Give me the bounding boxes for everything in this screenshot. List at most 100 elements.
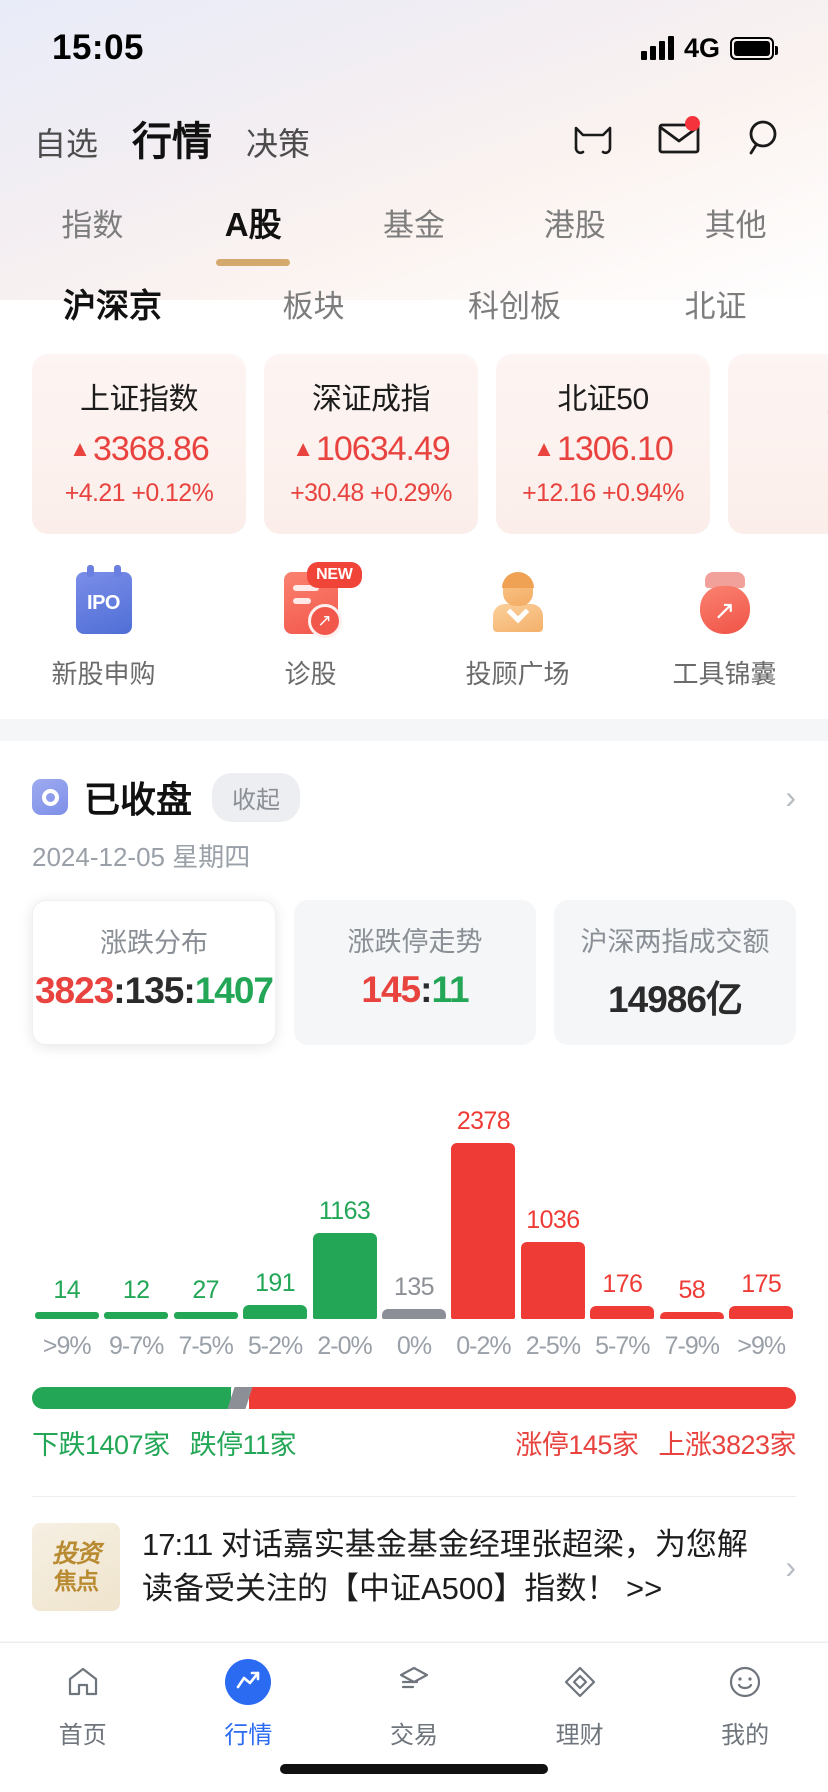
- app-root: 15:05 4G 自选 行情 决策 指数 A股 基金 港股 其他 沪深京 板块 …: [0, 0, 828, 1792]
- quick-action-label: 新股申购: [51, 659, 156, 689]
- stat-separator: :: [183, 970, 195, 1011]
- index-cards-row: 上证指数 ▲3368.86 +4.21 +0.12% 深证成指 ▲10634.4…: [32, 354, 828, 534]
- chevron-right-icon[interactable]: ›: [785, 1549, 796, 1586]
- quick-action-toolkit[interactable]: ↗ 工具锦囊: [621, 568, 828, 691]
- index-card-change: +30.48 +0.29%: [264, 479, 478, 508]
- signal-bars-icon: [640, 36, 674, 60]
- finance-icon: [557, 1659, 603, 1705]
- stat-card-value: 14986亿: [608, 979, 743, 1020]
- index-card-value: ▲1306.10: [496, 430, 710, 469]
- index-card-change-abs: +12.16: [522, 479, 596, 507]
- index-cards-scroller[interactable]: 上证指数 ▲3368.86 +4.21 +0.12% 深证成指 ▲10634.4…: [0, 342, 828, 534]
- news-logo-line2: 焦点: [54, 1567, 99, 1594]
- trade-icon: [391, 1659, 437, 1705]
- stat-down-count: 1407: [194, 970, 274, 1011]
- stat-card-title: 涨跌停走势: [347, 927, 483, 957]
- tabbar-label: 我的: [721, 1722, 770, 1749]
- bar-value-label: 1036: [526, 1206, 580, 1234]
- chart-bar: [520, 1242, 585, 1319]
- x-tick-label: 5-7%: [595, 1332, 650, 1360]
- bar-value-label: 135: [394, 1273, 435, 1301]
- quick-action-advisor[interactable]: 投顾广场: [414, 568, 621, 691]
- subtab-sectors[interactable]: 板块: [213, 281, 414, 326]
- x-tick-label: 9-7%: [108, 1332, 164, 1360]
- stat-cards-row: 涨跌分布 3823:135:1407 涨跌停走势 145:11 沪深两指成交额 …: [32, 900, 796, 1045]
- bar-value-label: 27: [192, 1276, 219, 1304]
- tabbar-item-quotes[interactable]: 行情: [166, 1659, 332, 1750]
- x-tick-label: 7-9%: [664, 1332, 720, 1360]
- tab-fund[interactable]: 基金: [334, 200, 495, 245]
- status-time: 15:05: [52, 28, 145, 67]
- header-tab-quotes[interactable]: 行情: [132, 109, 212, 167]
- chevron-right-icon[interactable]: ›: [785, 779, 796, 816]
- legend-right: 涨停145家 上涨3823家: [515, 1423, 796, 1462]
- market-status-header[interactable]: 已收盘 收起 ›: [32, 741, 796, 823]
- home-indicator: [280, 1764, 548, 1774]
- ipo-calendar-icon: IPO: [69, 565, 139, 638]
- x-tick-label: 0-2%: [456, 1332, 511, 1360]
- money-bag-icon: ↗: [690, 568, 760, 638]
- tabbar-item-finance[interactable]: 理财: [497, 1659, 663, 1750]
- index-card-shanghai[interactable]: 上证指数 ▲3368.86 +4.21 +0.12%: [32, 354, 246, 534]
- index-card-change-pct: +0.12%: [131, 479, 214, 507]
- subtab-bse[interactable]: 北证: [615, 281, 816, 326]
- status-indicators: 4G: [640, 32, 778, 64]
- bar-value-label: 14: [53, 1276, 81, 1304]
- chart-bar: [104, 1312, 169, 1319]
- stat-card-title: 涨跌分布: [100, 928, 208, 958]
- index-card-bse50[interactable]: 北证50 ▲1306.10 +12.16 +0.94%: [496, 354, 710, 534]
- tab-a-shares[interactable]: A股: [173, 198, 334, 246]
- bar-value-label: 176: [602, 1270, 643, 1298]
- index-card-shenzhen[interactable]: 深证成指 ▲10634.49 +30.48 +0.29%: [264, 354, 478, 534]
- tabbar-item-trade[interactable]: 交易: [331, 1659, 497, 1750]
- header-icon-group: [570, 115, 788, 161]
- chart-bar: [312, 1233, 377, 1319]
- quick-action-ipo[interactable]: IPO 新股申购: [0, 565, 207, 691]
- subtab-hushenjing[interactable]: 沪深京: [12, 279, 213, 327]
- header-tab-watchlist[interactable]: 自选: [34, 119, 98, 165]
- stat-separator: :: [420, 969, 432, 1010]
- x-tick-label: 5-2%: [247, 1332, 303, 1360]
- stat-card-limit-trend[interactable]: 涨跌停走势 145:11: [294, 900, 536, 1045]
- market-status-title: 已收盘: [84, 779, 193, 820]
- x-tick-label: 2-5%: [525, 1332, 581, 1360]
- chart-column: 2378: [449, 1079, 518, 1319]
- quotes-icon: [225, 1659, 272, 1705]
- stat-up-count: 3823: [34, 970, 114, 1011]
- news-banner[interactable]: 投资 焦点 17:11 对话嘉实基金基金经理张超梁，为您解读备受关注的【中证A5…: [0, 1497, 828, 1641]
- distribution-bar-chart: 14 12 27 191 1163 135 2378 1036 176 58 1…: [32, 1079, 796, 1319]
- stat-card-distribution[interactable]: 涨跌分布 3823:135:1407: [32, 900, 276, 1045]
- chart-column: 191: [240, 1079, 309, 1319]
- chart-column: 135: [379, 1079, 448, 1319]
- tab-other[interactable]: 其他: [655, 200, 816, 245]
- mail-icon[interactable]: [656, 115, 702, 161]
- chart-column: 14: [32, 1079, 101, 1319]
- section-divider-band: [0, 719, 828, 741]
- legend-decline-count: 下跌1407家: [32, 1430, 170, 1460]
- bar-value-label: 1163: [318, 1197, 371, 1225]
- header-tab-decision[interactable]: 决策: [246, 119, 310, 165]
- stat-card-turnover[interactable]: 沪深两指成交额 14986亿: [554, 900, 796, 1045]
- index-card-change-pct: +0.29%: [370, 479, 452, 507]
- quick-action-diagnose[interactable]: ↗ NEW 诊股: [207, 562, 414, 691]
- chart-bar: [381, 1309, 446, 1319]
- market-status-icon: [32, 779, 68, 815]
- search-icon[interactable]: [742, 115, 788, 161]
- app-header: 自选 行情 决策: [0, 96, 828, 180]
- tab-hk-stocks[interactable]: 港股: [494, 200, 655, 245]
- tabbar-item-home[interactable]: 首页: [0, 1659, 166, 1750]
- cat-face-icon[interactable]: [570, 115, 616, 161]
- tabbar-item-profile[interactable]: 我的: [662, 1659, 828, 1750]
- legend-left: 下跌1407家 跌停11家: [32, 1423, 297, 1462]
- network-type-label: 4G: [683, 32, 720, 63]
- index-card-name: 深证成指: [312, 383, 431, 416]
- chart-bar: [173, 1312, 238, 1319]
- market-date: 2024-12-05 星期四: [32, 842, 251, 872]
- collapse-toggle[interactable]: 收起: [212, 772, 301, 822]
- subtab-star-market[interactable]: 科创板: [414, 281, 615, 326]
- index-card-partial[interactable]: ▲ +: [728, 354, 828, 534]
- legend-limit-up-count: 涨停145家: [515, 1430, 639, 1460]
- tab-index[interactable]: 指数: [12, 200, 173, 245]
- x-tick-label: >9%: [737, 1332, 786, 1360]
- tabbar-label: 理财: [555, 1722, 604, 1749]
